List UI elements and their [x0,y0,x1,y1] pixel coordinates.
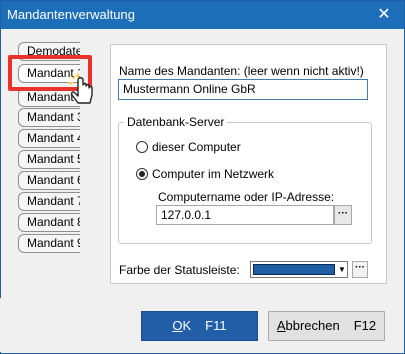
radio-local-label: dieser Computer [152,140,241,154]
tab-mandant-8[interactable]: Mandant 8 [18,213,80,232]
tab-mandant-5[interactable]: Mandant 5 [18,150,80,169]
radio-network-label: Computer im Netzwerk [152,167,275,181]
radio-network-computer[interactable] [136,168,148,180]
host-label: Computername oder IP-Adresse: [158,190,335,204]
ok-label-accel: O [172,318,183,333]
title-bar: Mandantenverwaltung ✕ [1,1,404,29]
radio-local-computer[interactable] [136,141,148,153]
tab-label: Mandant 6 [27,173,80,187]
tab-mandant-9[interactable]: Mandant 9 [18,234,80,253]
window-title: Mandantenverwaltung [7,7,135,22]
cancel-label: bbrechen [285,318,340,333]
hand-pointer-icon [68,72,93,104]
chevron-down-icon[interactable]: ▼ [337,262,347,277]
cancel-label-accel: A [276,318,286,333]
name-label: Name des Mandanten: (leer wenn nicht akt… [119,64,364,78]
ellipsis-icon[interactable]: ··· [334,205,352,225]
tab-label: Mandant 9 [27,236,80,250]
tab-label: Mandant 3 [27,110,80,124]
tab-label: Mandant 8 [27,215,80,229]
name-input[interactable]: Mustermann Online GbR [118,79,368,100]
tab-mandant-4[interactable]: Mandant 4 [18,129,80,148]
color-swatch [253,264,335,275]
database-server-group-title: Datenbank-Server [124,115,228,129]
cancel-button[interactable]: Abbrechen F12 [268,311,385,341]
close-icon[interactable]: ✕ [364,1,404,29]
tab-label: Mandant 4 [27,131,80,145]
ok-label: K [182,318,192,333]
tab-mandant-3[interactable]: Mandant 3 [18,108,80,127]
tab-mandant-7[interactable]: Mandant 7 [18,192,80,211]
statusbar-color-select[interactable]: ▼ [250,261,348,278]
tab-mandant-6[interactable]: Mandant 6 [18,171,80,190]
host-input[interactable]: 127.0.0.1 [156,205,334,225]
tab-label: Mandant 5 [27,152,80,166]
ok-button[interactable]: OK F11 [141,311,258,341]
ok-hotkey: F11 [205,318,227,333]
ellipsis-icon[interactable]: ··· [352,261,368,278]
cancel-hotkey: F12 [353,318,377,333]
tab-label: Mandant 7 [27,194,80,208]
statusbar-color-label: Farbe der Statusleiste: [119,263,240,277]
